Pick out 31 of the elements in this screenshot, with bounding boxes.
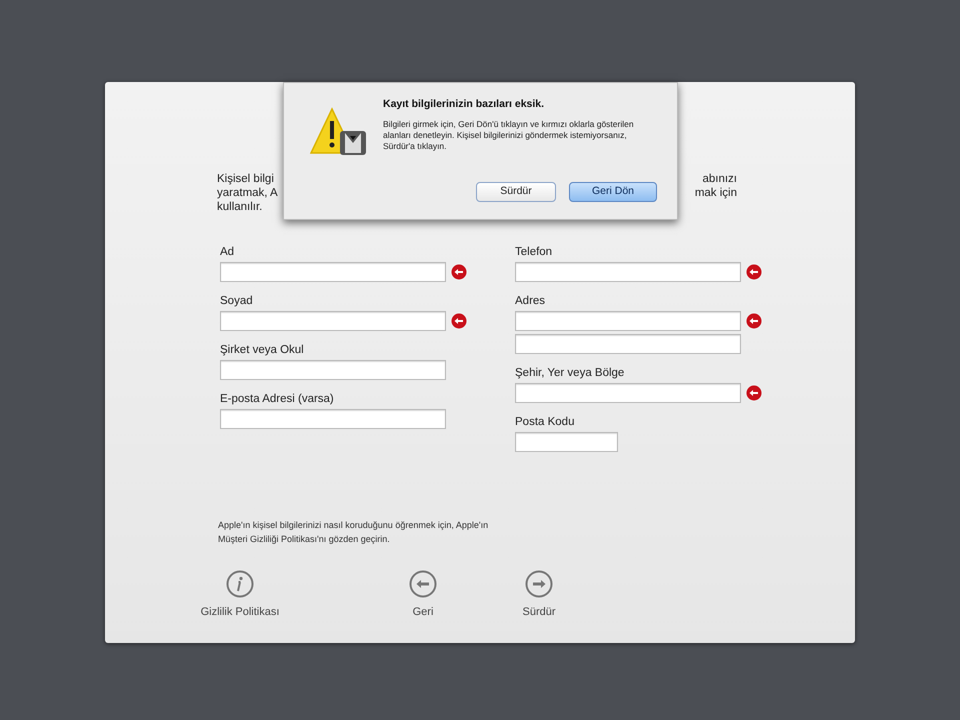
nav-link[interactable]: Sürdür bbox=[522, 604, 556, 620]
text-field[interactable] bbox=[515, 262, 741, 282]
text-field[interactable] bbox=[220, 262, 446, 282]
intro-text: abınızı bbox=[702, 172, 737, 186]
text-field[interactable] bbox=[515, 432, 618, 452]
text-field[interactable] bbox=[515, 311, 741, 331]
intro-text: mak için bbox=[694, 186, 737, 200]
field-label: Posta Kodu bbox=[515, 415, 576, 429]
dialog-button[interactable]: Sürdür bbox=[476, 182, 556, 202]
dialog-button[interactable]: Geri Dön bbox=[569, 182, 657, 202]
field-label: Soyad bbox=[220, 294, 254, 308]
nav-link[interactable]: Gizlilik Politikası bbox=[200, 604, 280, 620]
field-label: E-posta Adresi (varsa) bbox=[220, 392, 335, 406]
nav-link[interactable]: Geri bbox=[412, 604, 434, 620]
privacy-note: Apple'ın kişisel bilgilerinizi nasıl koruduğunu öğrenmek için, Apple'ın Müşteri Gizliliği Politikası'nı gözden geçirin. bbox=[218, 519, 490, 546]
intro-text: yaratmak, A bbox=[217, 186, 278, 200]
field-label: Şirket veya Okul bbox=[220, 343, 305, 357]
text-field[interactable] bbox=[220, 311, 446, 331]
alert-title: Kayıt bilgilerinizin bazıları eksik. bbox=[383, 97, 546, 112]
intro-text: kullanılır. bbox=[217, 200, 262, 214]
text-field[interactable] bbox=[220, 409, 446, 429]
alert-message: Bilgileri girmek için, Geri Dön'ü tıklayın ve kırmızı oklarla gösterilen alanları denetleyin. Kişisel bilgilerinizi göndermek istemiyorsanız, Sürdür'a tıklayın. bbox=[383, 118, 635, 152]
field-label: Ad bbox=[220, 245, 236, 259]
info-icon[interactable] bbox=[226, 570, 254, 598]
intro-text: Kişisel bilgi bbox=[217, 172, 274, 186]
text-field[interactable] bbox=[515, 383, 741, 403]
field-label: Adres bbox=[515, 294, 546, 308]
field-label: Telefon bbox=[515, 245, 554, 259]
field-label: Şehir, Yer veya Bölge bbox=[515, 366, 626, 380]
text-field[interactable] bbox=[515, 334, 741, 354]
text-field[interactable] bbox=[220, 360, 446, 380]
